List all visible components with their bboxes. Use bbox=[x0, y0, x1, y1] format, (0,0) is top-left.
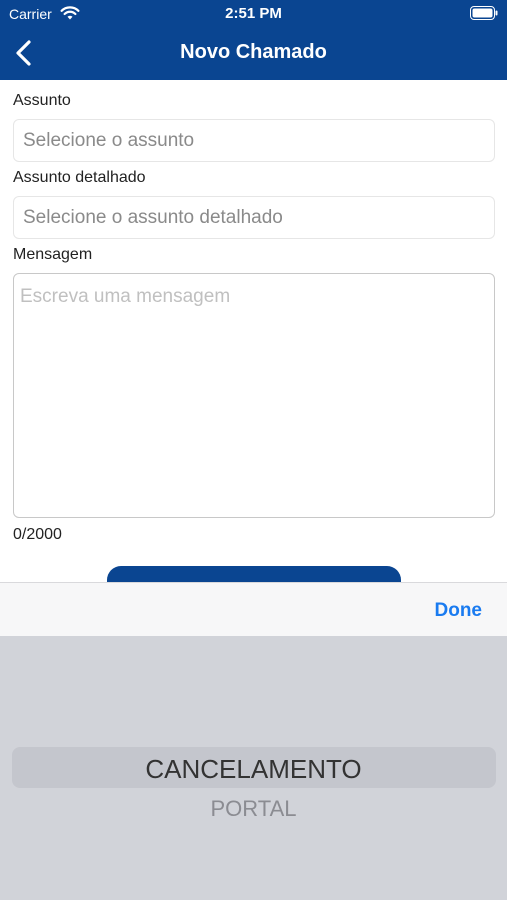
picker-option-cancelamento[interactable]: CANCELAMENTO bbox=[0, 754, 507, 785]
clock: 2:51 PM bbox=[225, 5, 282, 22]
battery-icon bbox=[470, 6, 498, 20]
subject-select[interactable]: Selecione o assunto bbox=[13, 119, 495, 162]
subject-label: Assunto bbox=[13, 92, 71, 109]
status-bar: Carrier 2:51 PM bbox=[0, 0, 507, 28]
picker-toolbar: Done bbox=[0, 582, 507, 636]
navigation-header: Carrier 2:51 PM Novo Chamado bbox=[0, 0, 507, 80]
done-button[interactable]: Done bbox=[435, 600, 483, 622]
character-counter: 0/2000 bbox=[13, 526, 62, 543]
page-title: Novo Chamado bbox=[180, 41, 327, 63]
message-label: Mensagem bbox=[13, 246, 93, 263]
detail-subject-label: Assunto detalhado bbox=[13, 169, 146, 186]
screen: Carrier 2:51 PM Novo Chamado Assunto Sel… bbox=[0, 0, 507, 900]
subject-picker[interactable]: CANCELAMENTO PORTAL bbox=[0, 636, 507, 900]
message-textarea[interactable]: Escreva uma mensagem bbox=[13, 273, 495, 518]
detail-subject-select[interactable]: Selecione o assunto detalhado bbox=[13, 196, 495, 239]
picker-option-portal[interactable]: PORTAL bbox=[0, 796, 507, 822]
